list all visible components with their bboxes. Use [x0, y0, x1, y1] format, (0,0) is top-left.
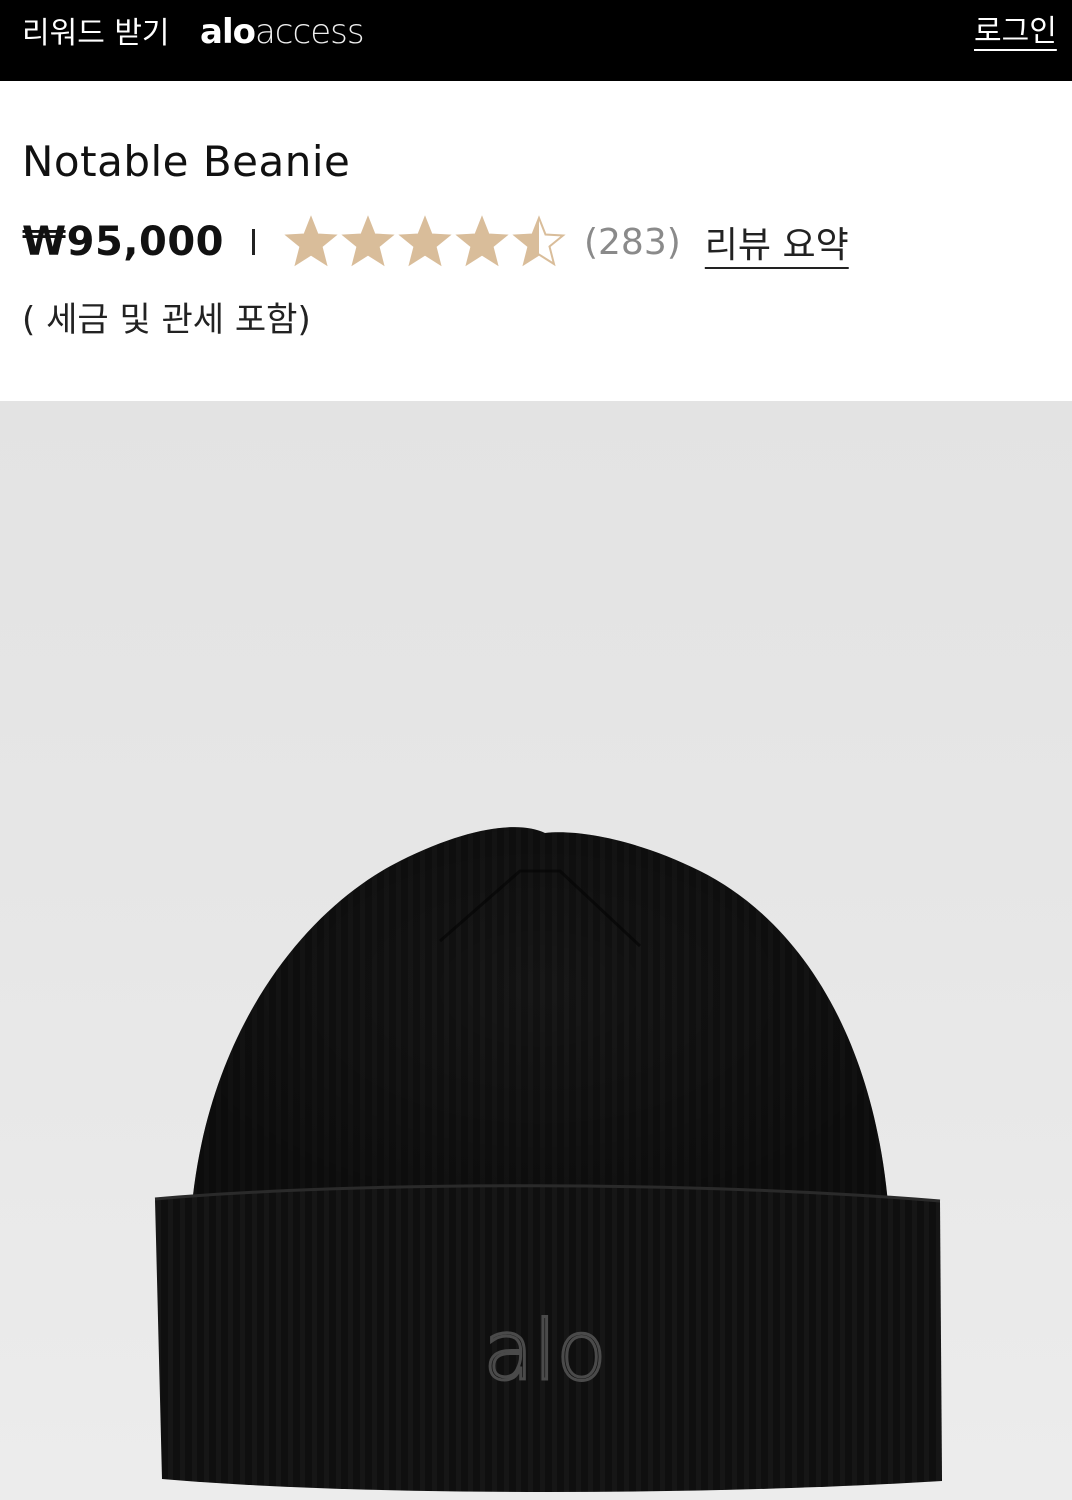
price-rating-row: ₩95,000 (283) 리뷰 요약: [22, 214, 849, 270]
price-divider: [251, 229, 255, 255]
login-link[interactable]: 로그인: [974, 12, 1057, 52]
product-image[interactable]: alo: [0, 401, 1072, 1500]
tax-note: ( 세금 및 관세 포함): [22, 300, 311, 340]
review-count[interactable]: (283): [584, 222, 681, 263]
product-title: Notable Beanie: [22, 137, 351, 186]
rating-stars[interactable]: [283, 214, 568, 270]
star-icon: [398, 215, 452, 267]
beanie-logo-embroidery: alo: [483, 1304, 606, 1399]
product-price: ₩95,000: [22, 219, 224, 265]
review-summary-link[interactable]: 리뷰 요약: [705, 216, 849, 268]
beanie-image: alo: [154, 827, 942, 1493]
brand-alo: alo: [200, 12, 256, 52]
brand-access: access: [254, 12, 365, 52]
star-icon: [341, 215, 395, 267]
top-bar: 리워드 받기 aloaccess 로그인: [0, 0, 1072, 81]
alo-access-logo[interactable]: aloaccess: [200, 10, 365, 54]
rewards-link[interactable]: 리워드 받기: [22, 14, 170, 54]
star-icon: [455, 215, 509, 267]
star-icon: [284, 215, 338, 267]
half-star-icon: [512, 215, 566, 267]
